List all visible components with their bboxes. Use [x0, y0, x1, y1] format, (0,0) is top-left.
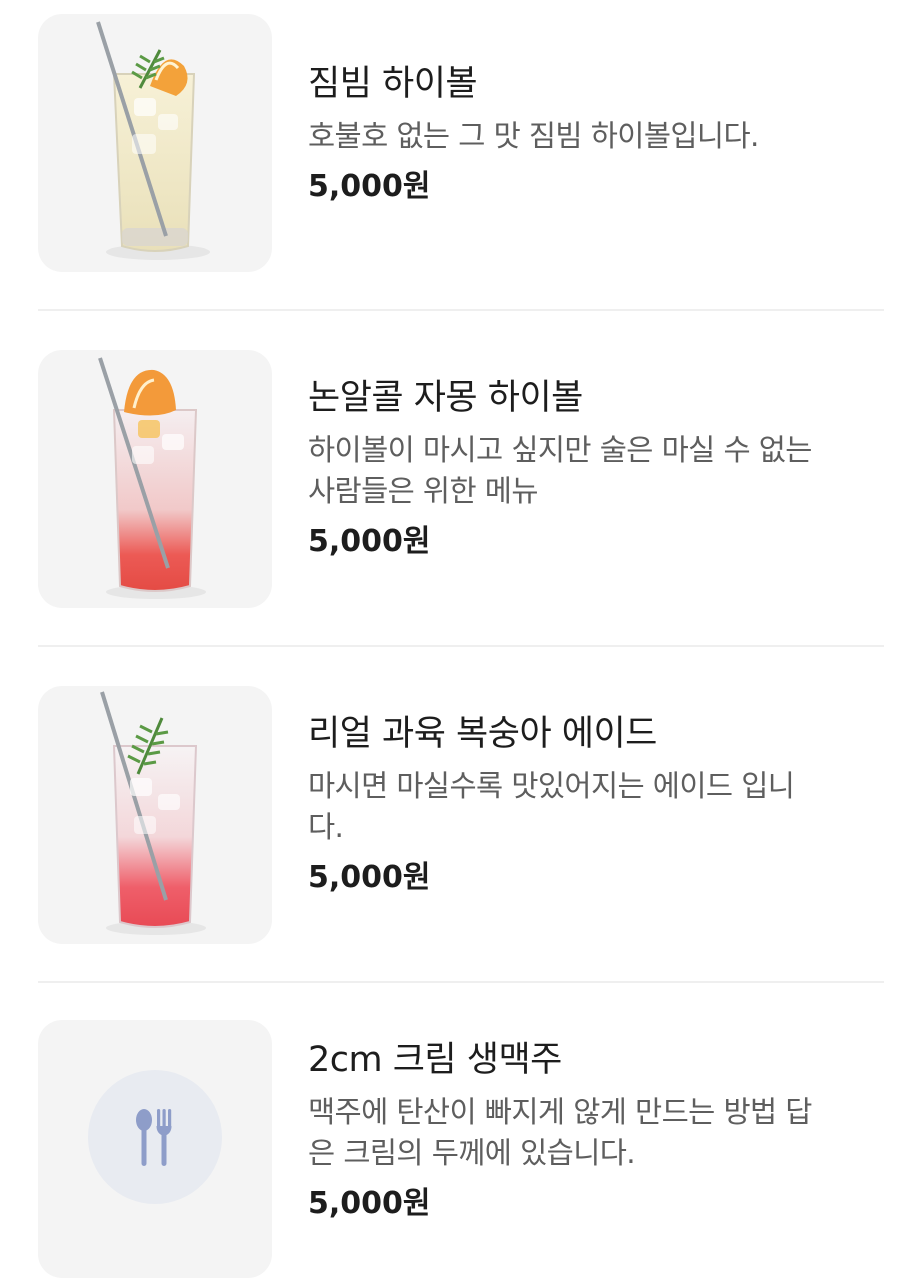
- menu-item-info: 짐빔 하이볼 호불호 없는 그 맛 짐빔 하이볼입니다. 5,000원: [308, 62, 878, 207]
- peach-ade-glass-rosemary-icon: [100, 691, 206, 935]
- menu-item-name: 2cm 크림 생맥주: [308, 1040, 562, 1080]
- menu-item-image: [38, 14, 272, 272]
- menu-item-price: 5,000원: [308, 860, 431, 895]
- menu-item-peach-ade[interactable]: 리얼 과육 복숭아 에이드 마시면 마실수록 맛있어지는 에이드 입니 다. 5…: [0, 648, 900, 982]
- menu-item-info: 리얼 과육 복숭아 에이드 마시면 마실수록 맛있어지는 에이드 입니 다. 5…: [308, 712, 878, 898]
- menu-item-description-line: 맥주에 탄산이 빠지게 않게 만드는 방법 답: [308, 1095, 812, 1129]
- menu-item-description: 호불호 없는 그 맛 짐빔 하이볼입니다.: [308, 116, 878, 157]
- menu-item-description: 맥주에 탄산이 빠지게 않게 만드는 방법 답 은 크림의 두께에 있습니다.: [308, 1092, 878, 1174]
- menu-item-name: 짐빔 하이볼: [308, 64, 478, 104]
- menu-item-info: 논알콜 자몽 하이볼 하이볼이 마시고 싶지만 술은 마실 수 없는 사람들은 …: [308, 376, 878, 562]
- menu-item-info: 2cm 크림 생맥주 맥주에 탄산이 빠지게 않게 만드는 방법 답 은 크림의…: [308, 1038, 878, 1224]
- menu-item-description-line: 은 크림의 두께에 있습니다.: [308, 1136, 636, 1170]
- menu-item-name: 리얼 과육 복숭아 에이드: [308, 714, 657, 754]
- divider: [38, 309, 884, 311]
- menu-item-description-line: 마시면 마실수록 맛있어지는 에이드 입니: [308, 769, 795, 803]
- highball-glass-lemon-rosemary-icon: [96, 21, 210, 260]
- menu-item-image: [38, 350, 272, 608]
- menu-item-name: 논알콜 자몽 하이볼: [308, 378, 583, 418]
- menu-item-description-line: 호불호 없는 그 맛 짐빔 하이볼입니다.: [308, 119, 759, 153]
- divider: [38, 645, 884, 647]
- menu-item-description-line: 다.: [308, 810, 344, 844]
- menu-item-cream-draft-beer[interactable]: 2cm 크림 생맥주 맥주에 탄산이 빠지게 않게 만드는 방법 답 은 크림의…: [0, 984, 900, 1286]
- menu-item-price: 5,000원: [308, 1186, 431, 1221]
- menu-item-description: 하이볼이 마시고 싶지만 술은 마실 수 없는 사람들은 위한 메뉴: [308, 430, 878, 512]
- menu-item-image: [38, 686, 272, 944]
- menu-item-description-line: 사람들은 위한 메뉴: [308, 474, 538, 508]
- menu-list: 짐빔 하이볼 호불호 없는 그 맛 짐빔 하이볼입니다. 5,000원 논알콜 …: [0, 0, 900, 1286]
- menu-item-description: 마시면 마실수록 맛있어지는 에이드 입니 다.: [308, 766, 878, 848]
- grapefruit-highball-glass-icon: [98, 357, 206, 599]
- menu-item-price: 5,000원: [308, 169, 431, 204]
- divider: [38, 981, 884, 983]
- spoon-fork-placeholder-icon: [88, 1070, 222, 1204]
- menu-item-price: 5,000원: [308, 524, 431, 559]
- menu-item-image: [38, 1020, 272, 1278]
- menu-item-jimbeam-highball[interactable]: 짐빔 하이볼 호불호 없는 그 맛 짐빔 하이볼입니다. 5,000원: [0, 0, 900, 310]
- menu-item-nonalcohol-grapefruit-highball[interactable]: 논알콜 자몽 하이볼 하이볼이 마시고 싶지만 술은 마실 수 없는 사람들은 …: [0, 312, 900, 646]
- menu-item-description-line: 하이볼이 마시고 싶지만 술은 마실 수 없는: [308, 433, 812, 467]
